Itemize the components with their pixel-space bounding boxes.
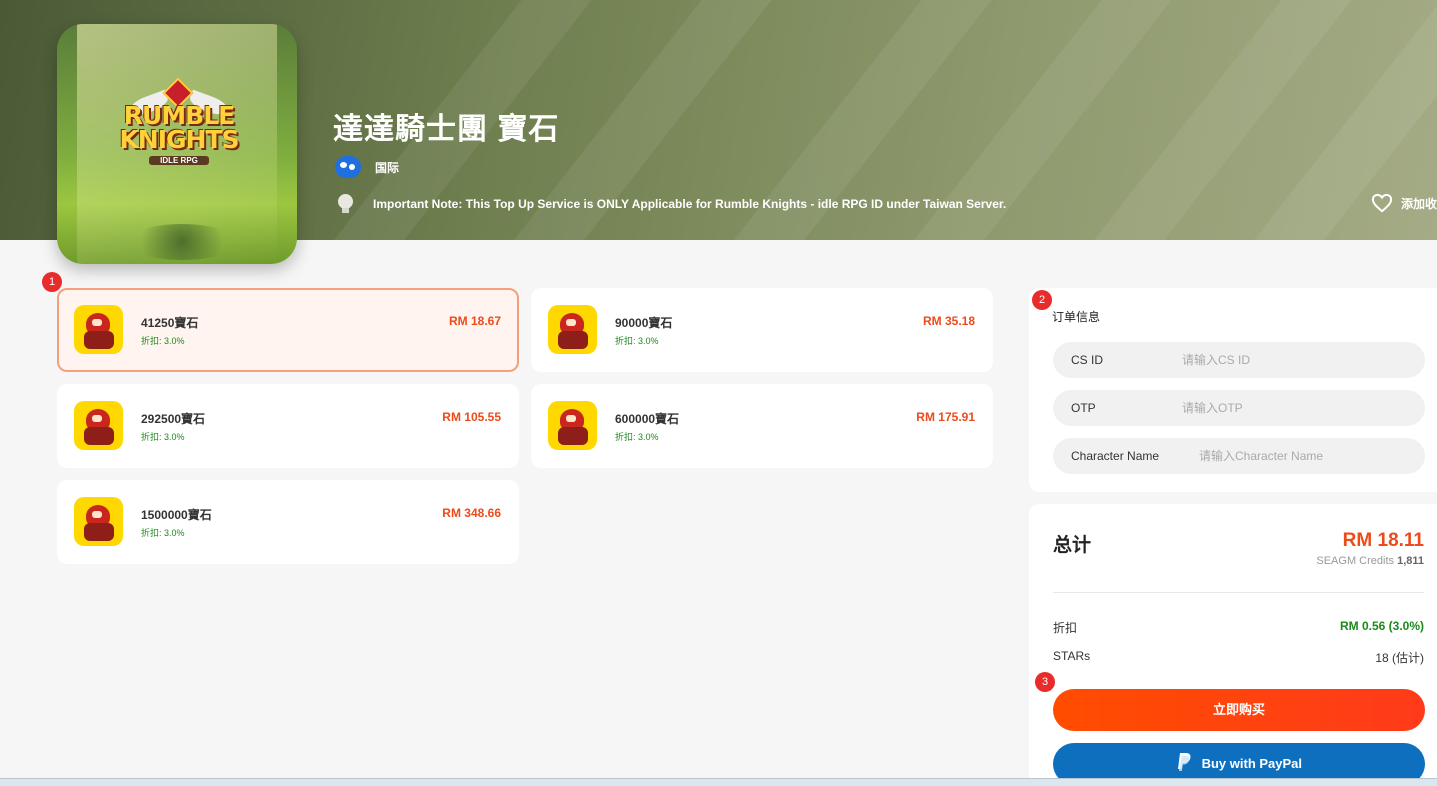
order-info-panel: 订单信息 CS ID OTP Character Name [1029, 288, 1437, 492]
product-card[interactable]: 90000寶石 折扣: 3.0% RM 35.18 [531, 288, 993, 372]
discount-label: 折扣 [1053, 621, 1078, 635]
product-name: 1500000寶石 [141, 508, 212, 522]
paypal-label: Buy with PayPal [1201, 756, 1303, 771]
divider [1053, 592, 1424, 593]
heart-icon [1371, 193, 1393, 213]
otp-input[interactable] [1182, 390, 1402, 426]
product-price: RM 35.18 [922, 314, 975, 328]
credits-label: SEAGM Credits [1316, 555, 1395, 567]
cs-id-input[interactable] [1182, 342, 1402, 378]
step-badge-3: 3 [1035, 672, 1055, 692]
product-discount: 折扣: 3.0% [141, 432, 185, 442]
product-card[interactable]: 600000寶石 折扣: 3.0% RM 175.91 [531, 384, 993, 468]
product-discount: 折扣: 3.0% [141, 336, 185, 346]
stars-value: 18 (估计) [1375, 651, 1424, 665]
region-row: 国际 [335, 156, 399, 178]
globe-icon [335, 156, 361, 178]
step-badge-2: 2 [1032, 290, 1052, 310]
otp-label: OTP [1071, 401, 1096, 415]
product-card[interactable]: 1500000寶石 折扣: 3.0% RM 348.66 [57, 480, 519, 564]
buy-now-button[interactable]: 立即购买 [1053, 689, 1425, 731]
step-badge-1: 1 [42, 272, 62, 292]
total-panel: 总计 RM 18.11 SEAGM Credits 1,811 折扣 RM 0.… [1029, 504, 1437, 786]
product-price: RM 175.91 [916, 410, 975, 424]
total-price: RM 18.11 [1342, 530, 1424, 551]
total-label: 总计 [1053, 535, 1092, 556]
gem-product-icon [74, 401, 123, 450]
lightbulb-icon [335, 192, 359, 216]
product-card[interactable]: 41250寶石 折扣: 3.0% RM 18.67 [57, 288, 519, 372]
gem-product-icon [548, 305, 597, 354]
product-discount: 折扣: 3.0% [141, 528, 185, 538]
important-note: Important Note: This Top Up Service is O… [335, 192, 1006, 216]
add-favorite-button[interactable]: 添加收 [1371, 193, 1437, 213]
product-card[interactable]: 292500寶石 折扣: 3.0% RM 105.55 [57, 384, 519, 468]
window-bottom-edge [0, 778, 1437, 786]
stars-label: STARs [1053, 649, 1091, 663]
product-price: RM 348.66 [442, 506, 501, 520]
game-cover-image: RUMBLE KNIGHTS IDLE RPG [57, 24, 297, 264]
seagm-credits: SEAGM Credits 1,811 [1316, 555, 1424, 567]
page-title: 達達騎士團 寶石 [333, 113, 560, 146]
gem-product-icon [74, 305, 123, 354]
character-name-input[interactable] [1199, 438, 1419, 474]
product-price: RM 105.55 [442, 410, 501, 424]
cs-id-field: CS ID [1053, 342, 1425, 378]
product-name: 292500寶石 [141, 412, 206, 426]
product-price: RM 18.67 [448, 314, 501, 328]
region-label: 国际 [375, 160, 400, 175]
add-favorite-label: 添加收 [1401, 196, 1437, 211]
credits-value: 1,811 [1397, 555, 1424, 567]
game-logo-text: RUMBLE KNIGHTS [119, 101, 239, 154]
note-text: Important Note: This Top Up Service is O… [373, 197, 1007, 211]
discount-value: RM 0.56 (3.0%) [1339, 619, 1424, 633]
paypal-icon [1177, 753, 1191, 771]
product-name: 600000寶石 [615, 412, 680, 426]
character-name-field: Character Name [1053, 438, 1425, 474]
game-logo-sub: IDLE RPG [149, 156, 209, 165]
gem-product-icon [548, 401, 597, 450]
product-name: 41250寶石 [141, 316, 199, 330]
character-name-label: Character Name [1071, 449, 1160, 463]
product-discount: 折扣: 3.0% [615, 336, 659, 346]
order-info-title: 订单信息 [1052, 310, 1101, 324]
product-name: 90000寶石 [615, 316, 673, 330]
product-discount: 折扣: 3.0% [615, 432, 659, 442]
cs-id-label: CS ID [1071, 353, 1104, 367]
gem-product-icon [74, 497, 123, 546]
otp-field: OTP [1053, 390, 1425, 426]
